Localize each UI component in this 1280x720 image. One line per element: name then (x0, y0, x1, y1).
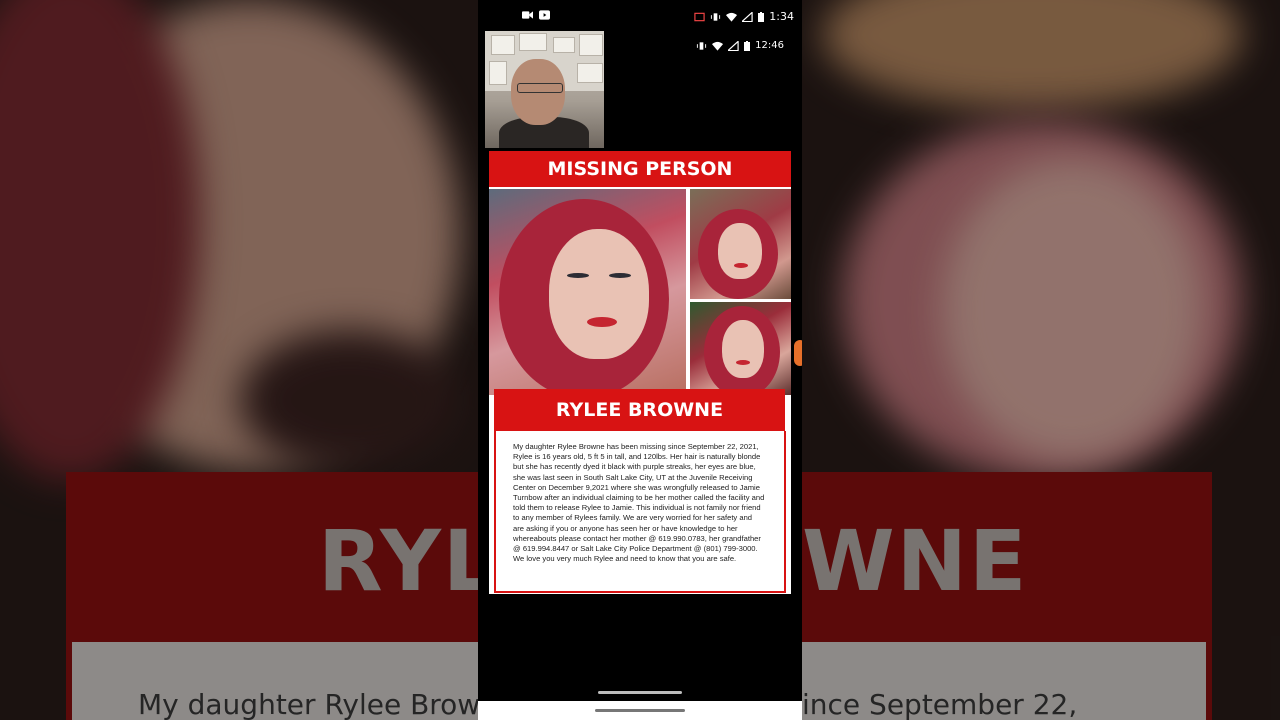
main-photo (489, 189, 686, 395)
signal-icon (728, 40, 739, 51)
phone-screen: 1:34 12:46 MISSING PERSON RYLEE BROWNE M… (478, 0, 802, 720)
wifi-icon (726, 12, 738, 22)
poster-header: MISSING PERSON (489, 151, 791, 187)
video-icon (522, 11, 533, 19)
description-box: My daughter Rylee Browne has been missin… (494, 431, 786, 593)
secondary-photo-bottom (690, 302, 791, 395)
status-time: 1:34 (769, 10, 794, 23)
cast-icon (694, 12, 705, 21)
missing-person-poster: MISSING PERSON RYLEE BROWNE My daughter … (489, 151, 791, 594)
description-text: My daughter Rylee Browne has been missin… (513, 442, 765, 564)
floating-bubble[interactable] (794, 340, 802, 366)
vibrate-icon (711, 12, 721, 21)
battery-icon (758, 11, 765, 22)
background-left-blur: RYL My daughter Rylee Brow (0, 0, 478, 720)
wifi-icon (712, 41, 724, 51)
inner-nav-handle[interactable] (598, 691, 682, 694)
vibrate-icon (697, 41, 707, 50)
background-right-blur: WNE ince September 22, (802, 0, 1280, 720)
missing-person-name: RYLEE BROWNE (494, 389, 785, 431)
youtube-icon (539, 10, 550, 20)
webcam-overlay (485, 31, 604, 148)
status-bar: 1:34 (478, 8, 802, 26)
home-gesture-handle[interactable] (595, 709, 685, 712)
signal-icon (742, 11, 753, 22)
battery-icon (744, 40, 751, 51)
inner-status-time: 12:46 (755, 40, 784, 51)
secondary-photo-top (690, 189, 791, 299)
inner-status-bar: 12:46 (696, 40, 784, 51)
